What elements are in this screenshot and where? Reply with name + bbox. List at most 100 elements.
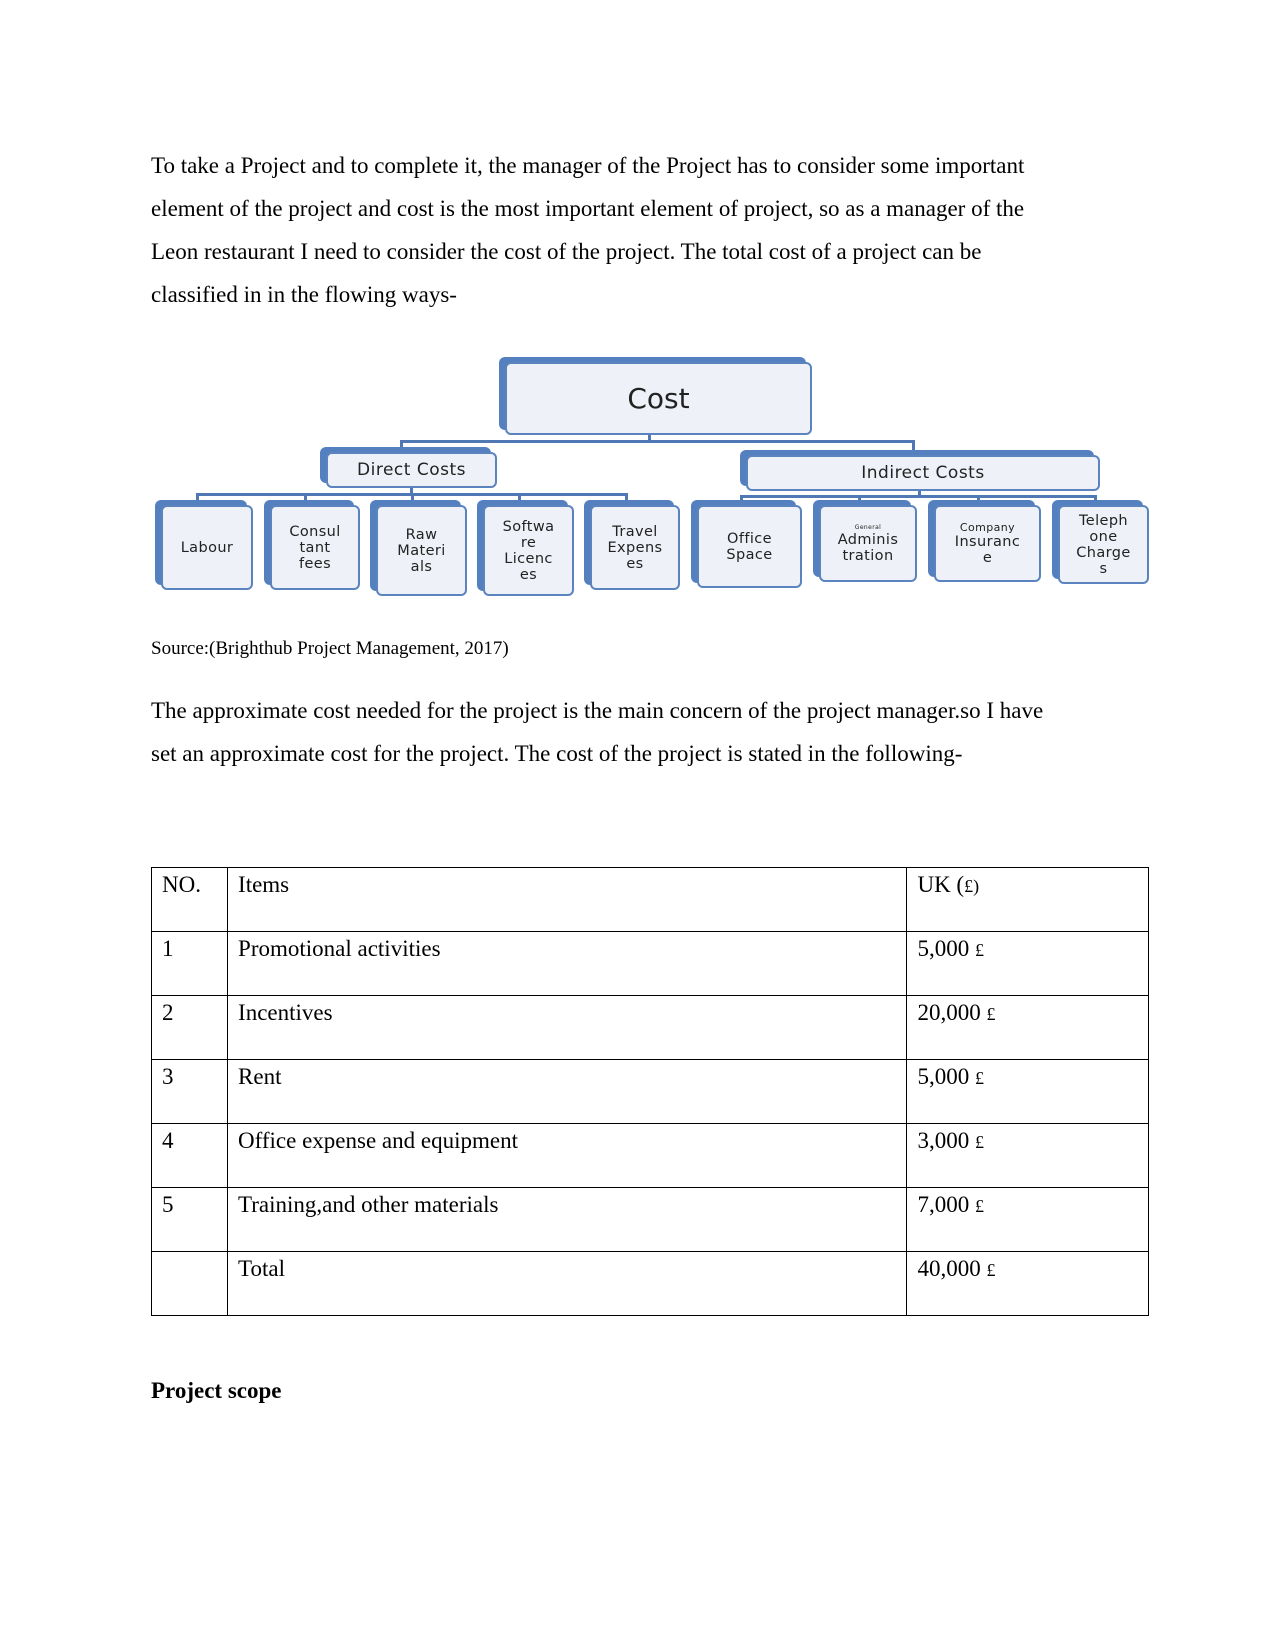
pound-symbol: £ <box>974 1132 984 1152</box>
table-total-row: Total 40,000 £ <box>150 1251 1149 1316</box>
office-space-node: Office Space <box>697 505 802 588</box>
node-label: es <box>519 566 538 583</box>
cost-line: set an approximate cost for the project.… <box>151 741 963 766</box>
node-label: Materi <box>397 542 446 559</box>
node-label: Insuranc <box>954 534 1021 550</box>
telephone-charges-node: Teleph one Charge s <box>1058 505 1149 584</box>
pound-symbol: £ <box>986 1004 996 1024</box>
source-caption: Source:(Brighthub Project Management, 20… <box>151 638 509 659</box>
node-label: Cost <box>627 382 690 415</box>
node-label: Raw <box>405 526 438 543</box>
row-amount: 40,000 £ <box>906 1251 1149 1316</box>
connector <box>400 440 403 449</box>
header-no: NO. <box>150 867 229 932</box>
node-label: re <box>520 534 537 551</box>
node-label: one <box>1089 528 1118 545</box>
cost-root-node: Cost <box>505 362 812 435</box>
row-no: 4 <box>150 1123 229 1188</box>
travel-expenses-node: Travel Expens es <box>590 505 680 590</box>
node-label: Softwa <box>502 518 555 535</box>
table-row: 5 Training,and other materials 7,000 £ <box>150 1187 1149 1252</box>
row-amount: 5,000 £ <box>906 931 1149 996</box>
connector <box>411 493 414 502</box>
connector <box>196 493 199 502</box>
row-amount: 7,000 £ <box>906 1187 1149 1252</box>
node-label: Licenc <box>504 550 553 567</box>
node-label: Space <box>726 546 773 563</box>
amount-value: 3,000 <box>917 1128 970 1153</box>
node-label: Travel <box>612 523 658 540</box>
connector <box>400 440 915 443</box>
cost-breakdown-diagram: Cost Direct Costs Indirect Costs Labour … <box>0 0 1275 620</box>
header-uk: UK (£) <box>906 867 1149 932</box>
amount-value: 40,000 <box>917 1256 981 1281</box>
row-item: Rent <box>227 1059 908 1124</box>
row-amount: 20,000 £ <box>906 995 1149 1060</box>
node-label: als <box>410 558 433 575</box>
section-heading: Project scope <box>151 1378 282 1403</box>
table-row: 4 Office expense and equipment 3,000 £ <box>150 1123 1149 1188</box>
node-label: Consul <box>289 523 341 540</box>
connector <box>918 491 921 496</box>
connector <box>518 493 521 502</box>
row-no <box>150 1251 229 1316</box>
node-label: Indirect Costs <box>861 463 985 483</box>
node-label: es <box>626 555 644 572</box>
connector <box>625 493 628 502</box>
connector <box>912 440 915 452</box>
node-label: Office <box>727 530 772 547</box>
row-item: Incentives <box>227 995 908 1060</box>
table-row: 1 Promotional activities 5,000 £ <box>150 931 1149 996</box>
node-label: tration <box>842 547 894 564</box>
software-licences-node: Softwa re Licenc es <box>483 505 574 596</box>
row-amount: 5,000 £ <box>906 1059 1149 1124</box>
table-row: 2 Incentives 20,000 £ <box>150 995 1149 1060</box>
node-label: Charge <box>1076 544 1131 561</box>
row-amount: 3,000 £ <box>906 1123 1149 1188</box>
labour-node: Labour <box>161 505 253 590</box>
row-item: Total <box>227 1251 908 1316</box>
header-uk-label: UK ( <box>917 872 965 897</box>
amount-value: 20,000 <box>917 1000 981 1025</box>
connector <box>977 495 980 503</box>
node-sublabel: General <box>854 523 882 531</box>
connector <box>740 495 743 503</box>
row-item: Office expense and equipment <box>227 1123 908 1188</box>
company-insurance-node: Company Insuranc e <box>934 505 1041 582</box>
indirect-costs-node: Indirect Costs <box>746 455 1100 491</box>
cost-line: The approximate cost needed for the proj… <box>151 698 1044 723</box>
row-item: Training,and other materials <box>227 1187 908 1252</box>
node-label: fees <box>298 555 332 572</box>
header-uk-close: ) <box>973 876 980 896</box>
row-no: 5 <box>150 1187 229 1252</box>
connector <box>304 493 307 502</box>
header-items: Items <box>227 867 908 932</box>
amount-value: 5,000 <box>917 936 970 961</box>
row-no: 3 <box>150 1059 229 1124</box>
general-administration-node: General Adminis tration <box>819 505 917 582</box>
row-no: 2 <box>150 995 229 1060</box>
node-label: s <box>1099 560 1108 577</box>
node-label: e <box>982 550 993 566</box>
table-row: 3 Rent 5,000 £ <box>150 1059 1149 1124</box>
node-label: tant <box>299 539 331 556</box>
pound-symbol: £ <box>986 1260 996 1280</box>
pound-symbol: £ <box>974 940 984 960</box>
node-label: Adminis <box>837 531 899 548</box>
direct-costs-node: Direct Costs <box>326 452 497 488</box>
node-sublabel: Company <box>959 521 1016 534</box>
node-label: Teleph <box>1078 512 1129 529</box>
pound-symbol: £ <box>964 876 974 896</box>
amount-value: 7,000 <box>917 1192 970 1217</box>
node-label: Expens <box>607 539 663 556</box>
cost-paragraph: The approximate cost needed for the proj… <box>151 689 1151 775</box>
row-no: 1 <box>150 931 229 996</box>
table-header-row: NO. Items UK (£) <box>150 867 1149 932</box>
pound-symbol: £ <box>974 1068 984 1088</box>
raw-materials-node: Raw Materi als <box>376 505 467 596</box>
pound-symbol: £ <box>974 1196 984 1216</box>
amount-value: 5,000 <box>917 1064 970 1089</box>
connector <box>858 495 861 503</box>
cost-table: NO. Items UK (£) 1 Promotional activitie… <box>150 867 1149 1316</box>
node-label: Direct Costs <box>357 460 466 480</box>
